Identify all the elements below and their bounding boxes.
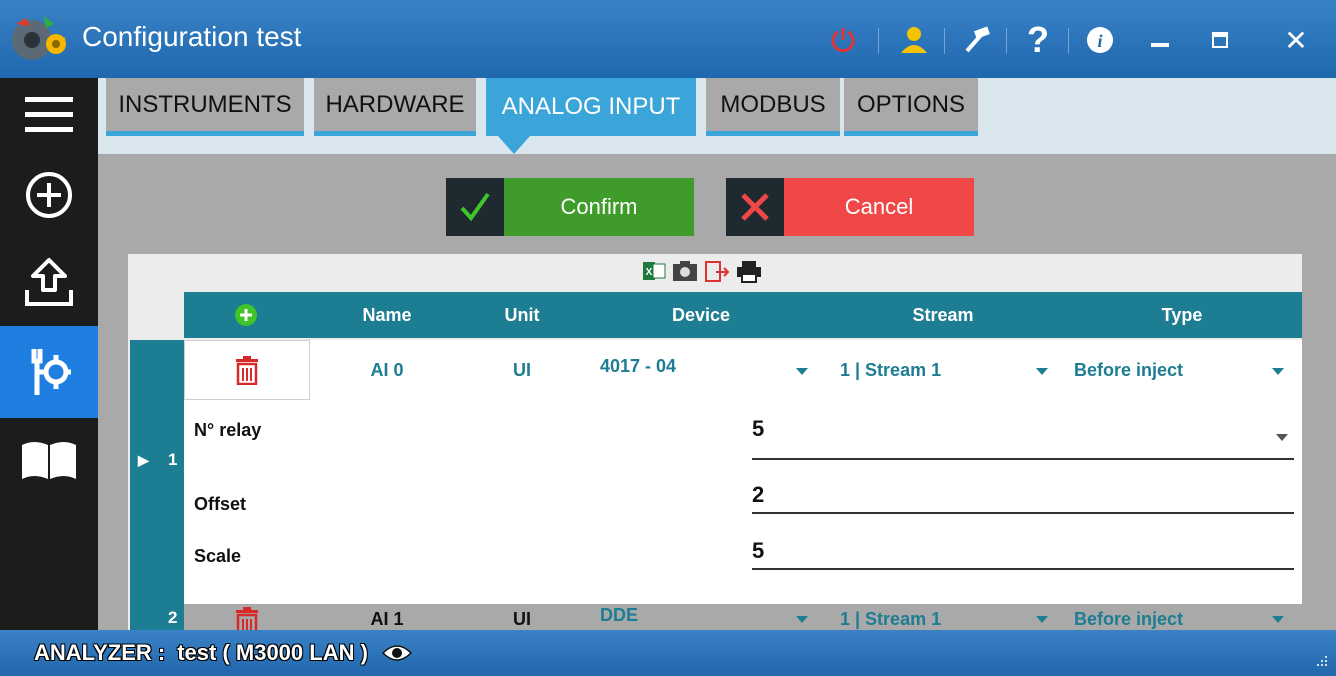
cell-stream[interactable]: 1 | Stream 1: [840, 340, 941, 400]
cell-stream[interactable]: 1 | Stream 1: [840, 606, 941, 630]
menu-icon[interactable]: [0, 78, 98, 152]
scale-underline: [752, 568, 1294, 570]
offset-label: Offset: [194, 494, 247, 514]
svg-text:i: i: [1097, 31, 1102, 51]
chevron-down-icon[interactable]: [1036, 616, 1048, 623]
sidebar: [0, 78, 98, 630]
offset-underline: [752, 512, 1294, 514]
help-icon[interactable]: ?: [1018, 19, 1058, 60]
separator: [944, 28, 945, 54]
analog-input-grid: X Name Unit Device Stream Type ▶ 1 AI 0 …: [128, 254, 1302, 630]
maximize-icon[interactable]: [1200, 20, 1240, 60]
column-header-stream[interactable]: Stream: [824, 292, 1062, 338]
scale-input[interactable]: 5: [752, 538, 764, 564]
status-bar: ANALYZER : test ( M3000 LAN ): [0, 630, 1336, 676]
tab-hardware[interactable]: HARDWARE: [314, 78, 476, 136]
column-header-device[interactable]: Device: [578, 292, 824, 338]
chevron-down-icon[interactable]: [1036, 368, 1048, 375]
column-header-unit[interactable]: Unit: [466, 292, 578, 338]
cell-unit[interactable]: UI: [466, 606, 578, 630]
eye-icon[interactable]: [381, 643, 412, 663]
separator: [1068, 28, 1069, 54]
cancel-button[interactable]: Cancel: [726, 178, 974, 236]
chevron-down-icon[interactable]: [1276, 434, 1288, 441]
hammer-icon[interactable]: [956, 20, 996, 60]
window-title: Configuration test: [82, 21, 302, 52]
relay-select[interactable]: 5: [752, 416, 764, 442]
cell-type[interactable]: Before inject: [1074, 340, 1183, 400]
camera-icon[interactable]: [672, 259, 698, 288]
export-toolbar: X: [642, 258, 762, 288]
cell-unit[interactable]: UI: [466, 340, 578, 400]
upload-icon[interactable]: [0, 238, 98, 326]
cell-device[interactable]: DDE: [600, 604, 638, 626]
excel-icon[interactable]: X: [642, 259, 666, 288]
tab-modbus[interactable]: MODBUS: [706, 78, 840, 136]
chevron-down-icon[interactable]: [1272, 616, 1284, 623]
table-row[interactable]: AI 1 UI DDE 1 | Stream 1 Before inject: [184, 604, 1302, 630]
info-icon[interactable]: i: [1080, 20, 1120, 60]
relay-label: N° relay: [194, 420, 262, 440]
app-window: Configuration test ? i ✕ INSTRUMENTS HAR…: [0, 0, 1336, 676]
cell-device[interactable]: 4017 - 04: [600, 340, 676, 392]
trash-icon: [236, 356, 258, 385]
cancel-label: Cancel: [784, 178, 974, 236]
cell-type[interactable]: Before inject: [1074, 606, 1183, 630]
separator: [878, 28, 879, 54]
tab-options[interactable]: OPTIONS: [844, 78, 978, 136]
close-icon[interactable]: ✕: [1276, 20, 1316, 60]
analyzer-value: test ( M3000 LAN ): [177, 640, 368, 665]
minimize-icon[interactable]: [1140, 20, 1180, 60]
tab-bar: INSTRUMENTS HARDWARE ANALOG INPUT MODBUS…: [98, 78, 1336, 154]
delete-row-button[interactable]: [184, 340, 310, 400]
add-row-icon[interactable]: [184, 292, 308, 338]
trash-icon: [236, 607, 258, 630]
row-header-1[interactable]: ▶ 1: [130, 340, 184, 604]
power-icon[interactable]: [826, 20, 860, 60]
svg-text:X: X: [646, 267, 653, 278]
column-header-name[interactable]: Name: [308, 292, 466, 338]
user-icon[interactable]: [894, 20, 934, 60]
cell-name[interactable]: AI 0: [308, 340, 466, 400]
expand-arrow-icon[interactable]: ▶: [138, 452, 149, 469]
chevron-down-icon[interactable]: [796, 368, 808, 375]
book-icon[interactable]: [0, 418, 98, 504]
tools-icon[interactable]: [0, 326, 98, 418]
tab-instruments[interactable]: INSTRUMENTS: [106, 78, 304, 136]
table-row[interactable]: AI 0 UI 4017 - 04 1 | Stream 1 Before in…: [184, 340, 1302, 404]
resize-grip-icon[interactable]: [1314, 653, 1328, 672]
cell-name[interactable]: AI 1: [308, 606, 466, 630]
export-icon[interactable]: [704, 258, 730, 289]
confirm-button[interactable]: Confirm: [446, 178, 694, 236]
table-header: Name Unit Device Stream Type: [184, 292, 1302, 338]
chevron-down-icon[interactable]: [796, 616, 808, 623]
analyzer-label: ANALYZER :: [34, 640, 166, 665]
check-icon: [446, 178, 504, 236]
app-gear-icon: [8, 10, 70, 68]
tab-analog-input[interactable]: ANALOG INPUT: [486, 78, 696, 136]
title-bar: Configuration test ? i ✕: [0, 0, 1336, 78]
column-header-type[interactable]: Type: [1062, 292, 1302, 338]
row-number: 1: [168, 450, 178, 469]
delete-row-button[interactable]: [184, 604, 310, 630]
confirm-label: Confirm: [504, 178, 694, 236]
scale-label: Scale: [194, 546, 242, 566]
row-header-2[interactable]: 2: [130, 604, 184, 630]
add-circle-icon[interactable]: [0, 152, 98, 238]
relay-underline: [752, 458, 1294, 460]
main-content: INSTRUMENTS HARDWARE ANALOG INPUT MODBUS…: [98, 78, 1336, 630]
separator: [1006, 28, 1007, 54]
row-number: 2: [168, 608, 178, 627]
print-icon[interactable]: [736, 259, 762, 288]
x-icon: [726, 178, 784, 236]
row-detail-panel: N° relay 5 Offset 2 Scale 5: [184, 404, 1302, 604]
active-tab-pointer: [498, 136, 530, 154]
offset-input[interactable]: 2: [752, 482, 764, 508]
chevron-down-icon[interactable]: [1272, 368, 1284, 375]
